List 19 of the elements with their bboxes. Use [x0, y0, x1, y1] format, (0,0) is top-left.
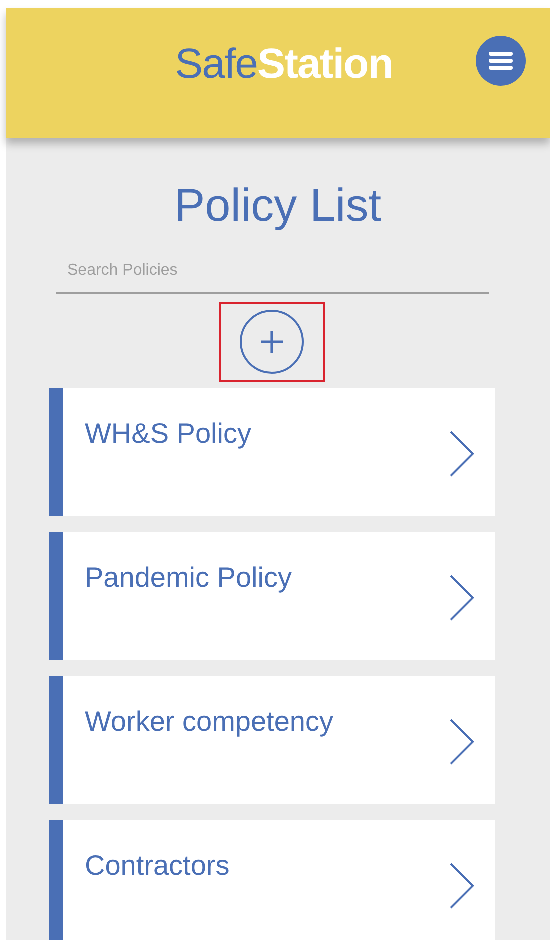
chevron-right-icon	[449, 718, 475, 766]
logo: SafeStation	[175, 40, 393, 88]
add-button[interactable]	[240, 310, 304, 374]
policy-card[interactable]: Contractors	[49, 820, 495, 940]
policy-card[interactable]: Pandemic Policy	[49, 532, 495, 660]
policy-name: Worker competency	[85, 706, 334, 737]
policy-card[interactable]: Worker competency	[49, 676, 495, 804]
policy-name: Pandemic Policy	[85, 562, 292, 593]
menu-icon	[489, 52, 513, 70]
plus-icon	[260, 330, 284, 354]
policy-card[interactable]: WH&S Policy	[49, 388, 495, 516]
menu-button[interactable]	[476, 36, 526, 86]
policy-name: WH&S Policy	[85, 418, 252, 449]
search-field[interactable]: Search Policies	[56, 256, 488, 294]
chevron-right-icon	[449, 430, 475, 478]
page-title: Policy List	[174, 178, 382, 232]
chevron-right-icon	[449, 862, 475, 910]
policy-name: Contractors	[85, 850, 230, 881]
chevron-right-icon	[449, 574, 475, 622]
